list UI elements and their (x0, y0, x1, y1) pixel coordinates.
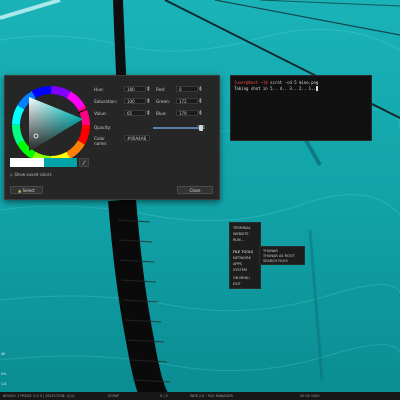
green-input[interactable]: 172 (176, 98, 198, 104)
value-input[interactable]: 65 (124, 110, 146, 116)
hue-spinner-icon[interactable]: ▲ ▼ (147, 85, 150, 92)
file-tools-submenu: THUNAR THUNAR AS ROOT SEARCH FILES (259, 246, 305, 265)
pool-scene (0, 0, 400, 400)
terminal-prompt: [user@host ~]$ (234, 80, 268, 85)
terminal-output: Taking shot in 5.. 4.. 3.. 2.. 1.. (234, 86, 316, 91)
terminal-command-line: [user@host ~]$ scrot -cd 5 mine.png (234, 80, 318, 85)
terminal-command: scrot -cd 5 mine.png (270, 80, 319, 85)
desktop-context-menu: TERMINAL WEBSITE RUN... FILE TOOLS NETWO… (229, 222, 261, 289)
status-mid-3: WEB 2.0 : FILE MANAGER (190, 394, 233, 398)
green-label: Green: (156, 99, 171, 104)
terminal-cursor: _ (315, 86, 319, 91)
red-input[interactable]: 0 (176, 86, 198, 92)
opacity-slider-knob[interactable] (199, 125, 203, 131)
red-spinner-icon[interactable]: ▲ ▼ (199, 85, 202, 92)
edge-text-1: Wi (1, 352, 6, 356)
saturation-input[interactable]: 100 (124, 98, 146, 104)
menu-item-file-tools[interactable]: FILE TOOLS (233, 250, 253, 254)
menu-item-ob-menu[interactable]: OB MENU (233, 276, 250, 280)
menu-item-run[interactable]: RUN... (233, 238, 244, 242)
edge-text-3: 1.8 (1, 382, 7, 386)
select-button-label: Select (22, 188, 35, 193)
submenu-item-thunar-root[interactable]: THUNAR AS ROOT (263, 254, 295, 258)
menu-item-exit[interactable]: EXIT (233, 282, 241, 286)
blue-input[interactable]: 179 (176, 110, 198, 116)
terminal-window[interactable]: [user@host ~]$ scrot -cd 5 mine.png Taki… (230, 75, 372, 141)
opacity-label: Opacity: (94, 125, 112, 130)
blue-label: Blue: (156, 111, 167, 116)
previous-color-swatch (10, 158, 44, 167)
eyedropper-icon[interactable]: ⁄ (79, 158, 89, 167)
hue-label: Hue: (94, 87, 104, 92)
value-spinner-icon[interactable]: ▲ ▼ (147, 109, 150, 116)
menu-item-apps[interactable]: APPS (233, 262, 242, 266)
status-mid-2: 0 / 0 (160, 394, 168, 398)
menu-item-network[interactable]: NETWORK (233, 256, 251, 260)
close-button[interactable]: Close (177, 186, 213, 194)
status-bar: BRUSH: 1 PRESS: 0.0 0 | SELECTION: (0,0)… (0, 392, 400, 400)
green-spinner-icon[interactable]: ▲ ▼ (199, 97, 202, 104)
blue-spinner-icon[interactable]: ▲ ▼ (199, 109, 202, 116)
status-mid-1: SCRAP (108, 394, 120, 398)
submenu-item-thunar[interactable]: THUNAR (263, 249, 278, 253)
opacity-slider[interactable] (153, 125, 203, 131)
menu-item-terminal[interactable]: TERMINAL (233, 226, 251, 230)
desktop-wallpaper (0, 0, 400, 400)
status-right: 00:00 1000 (300, 394, 320, 398)
color-name-label: Color name: (94, 136, 108, 146)
edge-text-2: 0% (1, 372, 7, 376)
menu-item-system[interactable]: SYSTEM (233, 268, 247, 272)
show-saved-colors-toggle[interactable]: ▷ Show saved colors (10, 172, 52, 177)
color-chooser-dialog: Hue: 180 ▲ ▼ Red: 0 ▲ ▼ Saturation: 100 ▲ ▼… (4, 75, 220, 200)
color-name-input[interactable]: #00A4A8 (124, 135, 150, 141)
submenu-item-search-files[interactable]: SEARCH FILES (263, 259, 288, 263)
hue-ring-icon[interactable] (11, 85, 91, 165)
select-button[interactable]: ▲ Select (10, 186, 43, 194)
status-left: BRUSH: 1 PRESS: 0.0 0 | SELECTION: (0,0) (3, 394, 75, 398)
red-label: Red: (156, 87, 166, 92)
color-wheel[interactable] (11, 85, 91, 165)
show-saved-colors-label: Show saved colors (14, 172, 52, 177)
saturation-spinner-icon[interactable]: ▲ ▼ (147, 97, 150, 104)
menu-item-website[interactable]: WEBSITE (233, 232, 249, 236)
value-label: Value: (94, 111, 107, 116)
hue-input[interactable]: 180 (124, 86, 146, 92)
saturation-label: Saturation: (94, 99, 118, 104)
terminal-output-line: Taking shot in 5.. 4.. 3.. 2.. 1.._ (234, 86, 319, 91)
current-color-swatch (44, 158, 77, 167)
